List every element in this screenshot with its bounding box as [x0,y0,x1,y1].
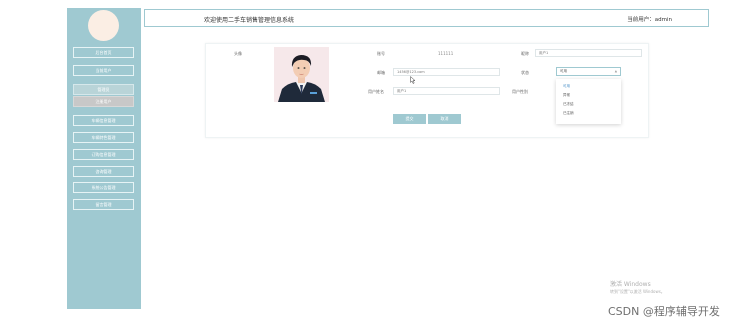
gender-label: 用户性别 [512,89,528,94]
windows-activation-title: 激活 Windows [610,281,651,288]
user-photo[interactable] [274,47,329,102]
sidebar-item-registered-users[interactable]: 注册用户 [73,96,134,107]
username-label: 用户姓名 [368,89,384,94]
sidebar-item-vehicle-info[interactable]: 车辆信息管理 [73,115,134,126]
mouse-cursor-icon [410,76,416,84]
email-field[interactable]: 1456@123.com [393,68,500,76]
sidebar-item-home[interactable]: 后台首页 [73,47,134,58]
submit-button[interactable]: 提交 [393,114,426,124]
sidebar-item-announcements[interactable]: 系统公告管理 [73,182,134,193]
nickname-label: 昵称 [521,51,529,56]
avatar-label: 头像 [234,51,242,56]
windows-activation-notice: 激活 Windows 转到"设置"以激活 Windows。 [610,279,665,295]
status-label: 状态 [521,70,529,75]
sidebar-item-admin[interactable]: 管理员 [73,84,134,95]
user-portrait-image [274,47,329,102]
page-title: 欢迎使用二手车销售管理信息系统 [204,17,295,24]
csdn-watermark: CSDN @程序辅导开发 [608,305,720,318]
cancel-button[interactable]: 取消 [428,114,461,124]
status-option[interactable]: 可用 [556,82,621,91]
windows-activation-subtitle: 转到"设置"以激活 Windows。 [610,289,665,294]
nickname-field[interactable]: 用户1 [535,49,642,57]
avatar [88,10,119,41]
status-dropdown-list: 可用 异常 已冻结 已注销 [556,79,621,124]
status-option[interactable]: 异常 [556,91,621,100]
username-field[interactable]: 用户1 [393,87,500,95]
sidebar-item-consultation[interactable]: 咨询管理 [73,166,134,177]
chevron-up-icon: ▲ [614,69,617,73]
account-value: 111111 [438,51,454,56]
status-select-value: 可用 [560,69,567,73]
sidebar-item-vehicle-features[interactable]: 车辆特色管理 [73,132,134,143]
sidebar-item-messages[interactable]: 留言管理 [73,199,134,210]
sidebar-item-orders[interactable]: 订购信息管理 [73,149,134,160]
email-label: 邮箱 [377,70,385,75]
status-option[interactable]: 已冻结 [556,100,621,109]
sidebar-item-current-user[interactable]: 当前用户 [73,65,134,76]
top-header: 欢迎使用二手车销售管理信息系统 当前用户：admin [144,9,709,27]
status-select[interactable]: 可用 ▲ [556,67,621,76]
status-option[interactable]: 已注销 [556,109,621,118]
account-label: 账号 [377,51,385,56]
current-user-label: 当前用户：admin [627,17,672,23]
